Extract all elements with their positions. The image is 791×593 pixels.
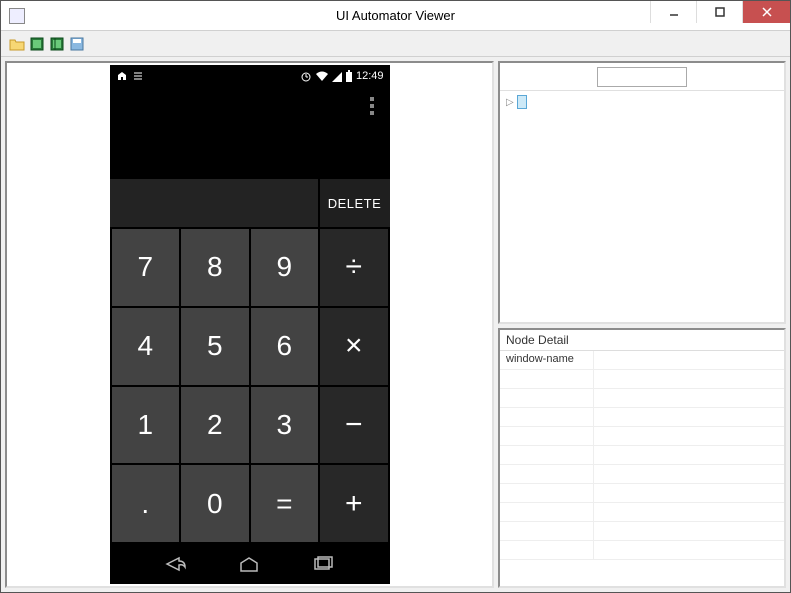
key-1[interactable]: 1 — [112, 387, 180, 464]
app-icon — [9, 8, 25, 24]
detail-key — [500, 389, 594, 407]
home-icon — [116, 70, 128, 82]
status-time: 12:49 — [356, 70, 384, 82]
device-dump-compressed-icon[interactable] — [49, 36, 65, 52]
key-×[interactable]: × — [320, 308, 388, 385]
detail-value — [594, 446, 784, 464]
detail-key — [500, 427, 594, 445]
detail-value — [594, 484, 784, 502]
tree-search-area — [500, 63, 784, 91]
save-icon[interactable] — [69, 36, 85, 52]
key-5[interactable]: 5 — [181, 308, 249, 385]
key-.[interactable]: . — [112, 465, 180, 542]
tree-root-node[interactable]: ▷ — [506, 95, 778, 109]
detail-value — [594, 503, 784, 521]
key-8[interactable]: 8 — [181, 229, 249, 306]
key-7[interactable]: 7 — [112, 229, 180, 306]
detail-row[interactable] — [500, 503, 784, 522]
detail-key: window-name — [500, 351, 594, 369]
detail-row[interactable] — [500, 541, 784, 560]
device-screenshot[interactable]: 12:49 DELETE 789÷ 456× 123−.0=+ — [110, 65, 390, 584]
detail-key — [500, 446, 594, 464]
detail-row[interactable] — [500, 389, 784, 408]
key-3[interactable]: 3 — [251, 387, 319, 464]
window-titlebar: UI Automator Viewer — [1, 1, 790, 31]
node-icon — [517, 95, 527, 109]
android-nav-bar — [110, 544, 390, 584]
android-status-bar: 12:49 — [110, 65, 390, 87]
calculator-keypad: 789÷ 456× 123−.0=+ — [110, 227, 390, 544]
key-4[interactable]: 4 — [112, 308, 180, 385]
detail-row[interactable] — [500, 427, 784, 446]
hierarchy-tree-panel: ▷ — [498, 61, 786, 324]
menu-lines-icon — [132, 70, 144, 82]
minimize-button[interactable] — [650, 1, 696, 23]
calculator-display[interactable] — [110, 179, 318, 227]
delete-button[interactable]: DELETE — [318, 179, 390, 227]
recents-nav-icon[interactable] — [310, 555, 336, 573]
window-title: UI Automator Viewer — [336, 8, 455, 23]
key-0[interactable]: 0 — [181, 465, 249, 542]
calculator-appbar — [110, 87, 390, 179]
detail-value — [594, 541, 784, 559]
key-6[interactable]: 6 — [251, 308, 319, 385]
detail-key — [500, 408, 594, 426]
detail-key — [500, 522, 594, 540]
signal-icon — [332, 70, 342, 82]
back-nav-icon[interactable] — [163, 555, 189, 573]
detail-key — [500, 541, 594, 559]
detail-value — [594, 389, 784, 407]
key-+[interactable]: + — [320, 465, 388, 542]
key-÷[interactable]: ÷ — [320, 229, 388, 306]
tree-search-input[interactable] — [597, 67, 687, 87]
detail-value — [594, 522, 784, 540]
key-−[interactable]: − — [320, 387, 388, 464]
detail-value — [594, 408, 784, 426]
detail-value — [594, 427, 784, 445]
detail-row[interactable] — [500, 465, 784, 484]
detail-value — [594, 351, 784, 369]
home-nav-icon[interactable] — [236, 555, 262, 573]
detail-row[interactable]: window-name — [500, 351, 784, 370]
node-detail-title: Node Detail — [500, 330, 784, 351]
detail-value — [594, 465, 784, 483]
detail-key — [500, 465, 594, 483]
expand-arrow-icon[interactable]: ▷ — [506, 97, 514, 108]
key-=[interactable]: = — [251, 465, 319, 542]
open-folder-icon[interactable] — [9, 36, 25, 52]
close-button[interactable] — [742, 1, 790, 23]
detail-row[interactable] — [500, 370, 784, 389]
detail-key — [500, 503, 594, 521]
detail-key — [500, 370, 594, 388]
device-dump-icon[interactable] — [29, 36, 45, 52]
key-2[interactable]: 2 — [181, 387, 249, 464]
wifi-icon — [315, 70, 329, 82]
toolbar — [1, 31, 790, 57]
node-detail-panel: Node Detail window-name — [498, 328, 786, 588]
battery-icon — [345, 70, 353, 82]
detail-row[interactable] — [500, 408, 784, 427]
alarm-icon — [300, 70, 312, 82]
detail-row[interactable] — [500, 484, 784, 503]
overflow-menu-icon[interactable] — [364, 97, 380, 115]
detail-row[interactable] — [500, 446, 784, 465]
detail-row[interactable] — [500, 522, 784, 541]
node-detail-table: window-name — [500, 351, 784, 586]
screenshot-panel: 12:49 DELETE 789÷ 456× 123−.0=+ — [5, 61, 494, 588]
key-9[interactable]: 9 — [251, 229, 319, 306]
maximize-button[interactable] — [696, 1, 742, 23]
detail-value — [594, 370, 784, 388]
detail-key — [500, 484, 594, 502]
